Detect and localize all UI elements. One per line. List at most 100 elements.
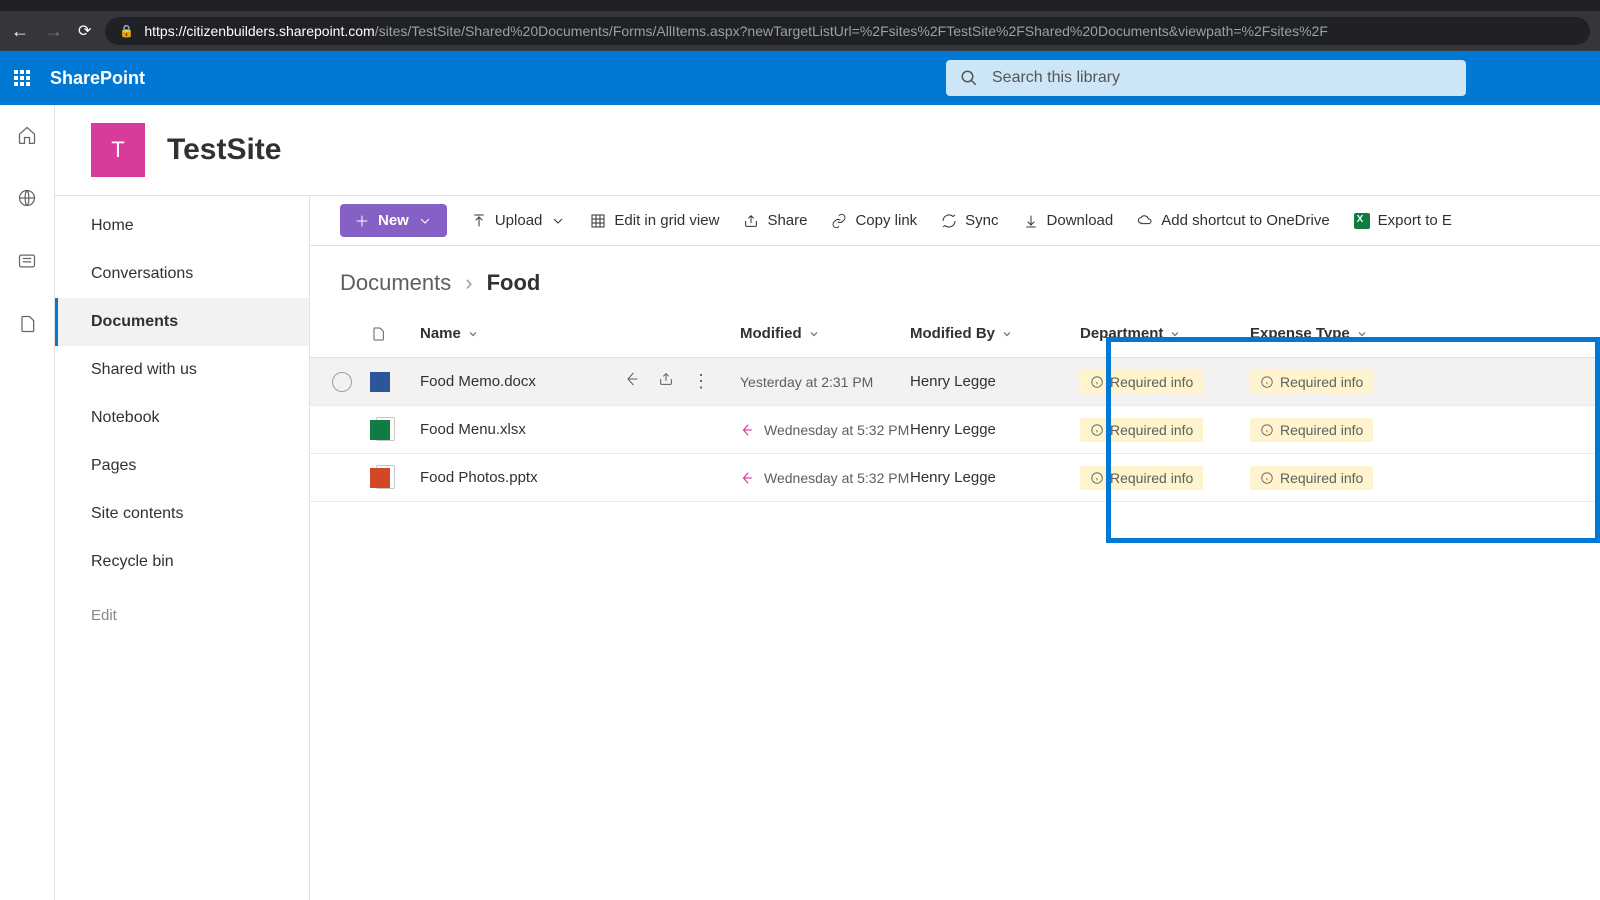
nav-item-site-contents[interactable]: Site contents (55, 490, 309, 538)
url-path: /sites/TestSite/Shared%20Documents/Forms… (375, 23, 1328, 39)
files-icon[interactable] (17, 314, 37, 339)
column-name[interactable]: Name (420, 325, 740, 342)
home-icon[interactable] (17, 125, 37, 150)
required-info-badge[interactable]: Required info (1250, 370, 1373, 394)
document-library: New Upload Edit in grid view Shar (309, 195, 1600, 900)
download-icon (1023, 213, 1039, 229)
modified-date: Yesterday at 2:31 PM (740, 374, 873, 390)
table-row[interactable]: Food Photos.pptxWednesday at 5:32 PMHenr… (310, 454, 1600, 502)
sync-label: Sync (965, 212, 998, 229)
more-actions-icon[interactable]: ⋮ (692, 371, 710, 392)
nav-item-notebook[interactable]: Notebook (55, 394, 309, 442)
docx-icon (370, 372, 390, 392)
table-row[interactable]: Food Menu.xlsx Wednesday at 5:32 PMHenry … (310, 406, 1600, 454)
open-icon[interactable] (624, 371, 640, 387)
xlsx-icon (370, 420, 390, 440)
reload-button[interactable]: ⟳ (78, 21, 91, 41)
search-box[interactable]: Search this library (946, 60, 1466, 96)
table-row[interactable]: Food Memo.docx ⋮ Yesterday at 2:31 PM Henry… (310, 358, 1600, 406)
app-rail (0, 105, 55, 900)
search-placeholder: Search this library (992, 69, 1120, 87)
url-domain: https://citizenbuilders.sharepoint.com (144, 23, 374, 39)
info-icon (1090, 471, 1104, 485)
column-expense-type[interactable]: Expense Type (1250, 325, 1420, 342)
new-label: New (378, 212, 409, 229)
required-info-badge[interactable]: Required info (1250, 466, 1373, 490)
share-button[interactable]: Share (743, 212, 807, 229)
info-icon (1260, 423, 1274, 437)
plus-icon (354, 213, 370, 229)
sync-button[interactable]: Sync (941, 212, 998, 229)
edit-grid-button[interactable]: Edit in grid view (590, 212, 719, 229)
breadcrumb-current: Food (487, 270, 541, 296)
chevron-right-icon: › (465, 270, 472, 296)
download-label: Download (1047, 212, 1114, 229)
add-shortcut-button[interactable]: Add shortcut to OneDrive (1137, 212, 1329, 229)
share-icon (743, 213, 759, 229)
sync-icon (941, 213, 957, 229)
open-icon[interactable] (740, 423, 754, 437)
info-icon (1260, 471, 1274, 485)
breadcrumb-parent[interactable]: Documents (340, 270, 451, 296)
site-header: T TestSite (55, 105, 1600, 195)
breadcrumb: Documents › Food (310, 246, 1600, 310)
required-info-badge[interactable]: Required info (1080, 370, 1203, 394)
site-logo[interactable]: T (91, 123, 145, 177)
news-icon[interactable] (17, 251, 37, 276)
browser-toolbar: ← → ⟳ 🔒 https://citizenbuilders.sharepoi… (0, 11, 1600, 51)
forward-button[interactable]: → (44, 21, 64, 42)
modified-by[interactable]: Henry Legge (910, 373, 1080, 390)
download-button[interactable]: Download (1023, 212, 1114, 229)
column-modified-by[interactable]: Modified By (910, 325, 1080, 342)
suite-header: SharePoint Search this library (0, 51, 1600, 105)
chevron-down-icon (550, 213, 566, 229)
file-name[interactable]: Food Photos.pptx (420, 469, 538, 486)
nav-item-pages[interactable]: Pages (55, 442, 309, 490)
app-name[interactable]: SharePoint (50, 68, 145, 89)
chevron-down-icon (808, 328, 820, 340)
modified-by[interactable]: Henry Legge (910, 421, 1080, 438)
copy-link-button[interactable]: Copy link (831, 212, 917, 229)
table-header: Name Modified Modified By Department Exp… (310, 310, 1600, 358)
lock-icon: 🔒 (119, 24, 134, 38)
chevron-down-icon (1356, 328, 1368, 340)
info-icon (1090, 423, 1104, 437)
file-name[interactable]: Food Menu.xlsx (420, 421, 526, 438)
upload-button[interactable]: Upload (471, 212, 567, 229)
nav-item-conversations[interactable]: Conversations (55, 250, 309, 298)
file-name[interactable]: Food Memo.docx (420, 373, 536, 390)
copy-link-label: Copy link (855, 212, 917, 229)
required-info-badge[interactable]: Required info (1250, 418, 1373, 442)
nav-edit[interactable]: Edit (55, 592, 309, 639)
nav-item-home[interactable]: Home (55, 202, 309, 250)
row-actions: ⋮ (624, 371, 740, 392)
nav-item-documents[interactable]: Documents (55, 298, 309, 346)
required-info-badge[interactable]: Required info (1080, 418, 1203, 442)
globe-icon[interactable] (17, 188, 37, 213)
onedrive-icon (1137, 213, 1153, 229)
back-button[interactable]: ← (10, 21, 30, 42)
share-label: Share (767, 212, 807, 229)
nav-item-shared-with-us[interactable]: Shared with us (55, 346, 309, 394)
open-icon[interactable] (740, 471, 754, 485)
chevron-down-icon (467, 328, 479, 340)
left-nav: HomeConversationsDocumentsShared with us… (55, 195, 309, 900)
column-modified[interactable]: Modified (740, 325, 910, 342)
pptx-icon (370, 468, 390, 488)
modified-by[interactable]: Henry Legge (910, 469, 1080, 486)
file-table: Name Modified Modified By Department Exp… (310, 310, 1600, 502)
url-bar[interactable]: 🔒 https://citizenbuilders.sharepoint.com… (105, 17, 1590, 45)
new-button[interactable]: New (340, 204, 447, 237)
modified-date: Wednesday at 5:32 PM (764, 422, 909, 438)
nav-item-recycle-bin[interactable]: Recycle bin (55, 538, 309, 586)
export-excel-button[interactable]: Export to E (1354, 212, 1452, 229)
required-info-badge[interactable]: Required info (1080, 466, 1203, 490)
export-label: Export to E (1378, 212, 1452, 229)
select-circle[interactable] (332, 372, 352, 392)
column-type[interactable] (370, 326, 420, 342)
site-name[interactable]: TestSite (167, 133, 281, 167)
share-icon[interactable] (658, 371, 674, 387)
app-launcher-icon[interactable] (14, 70, 30, 86)
chevron-down-icon (417, 213, 433, 229)
column-department[interactable]: Department (1080, 325, 1250, 342)
